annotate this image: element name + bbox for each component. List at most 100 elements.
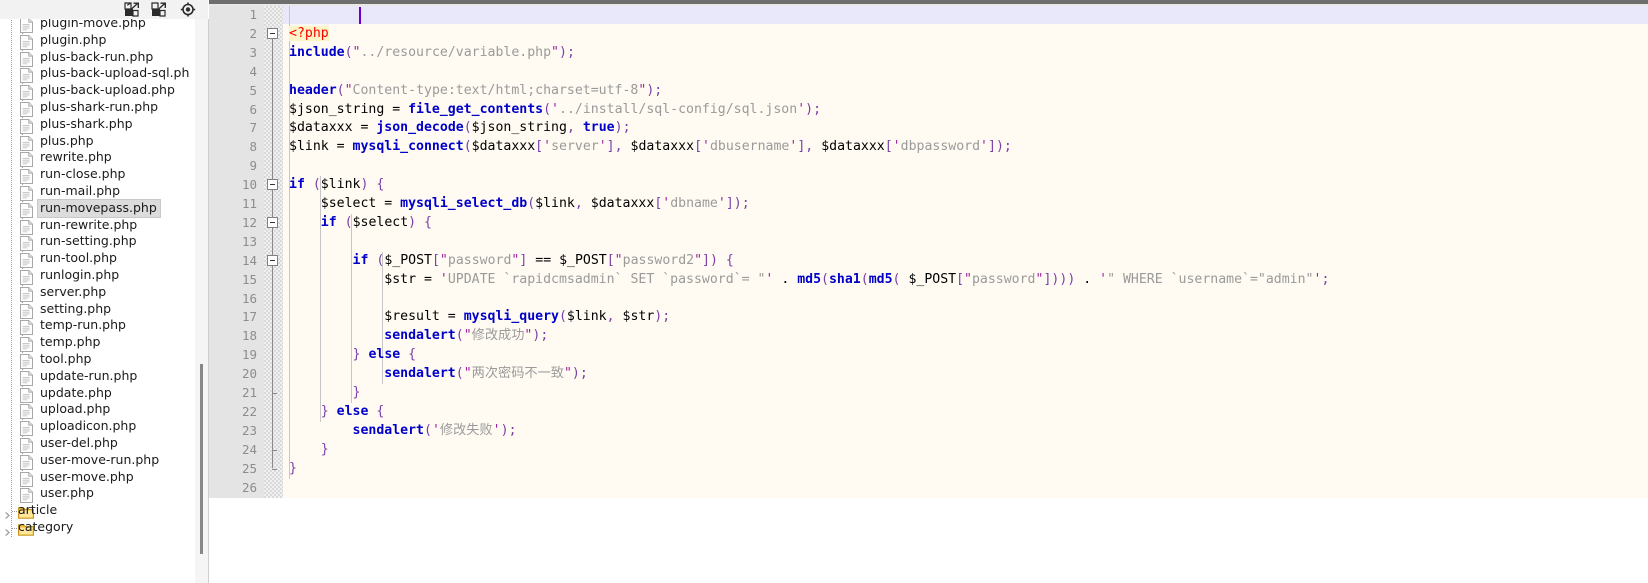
line-number: 3 (249, 44, 257, 60)
file-icon (20, 421, 33, 437)
tree-item-file[interactable]: user-move.php (0, 468, 190, 487)
file-icon (20, 219, 33, 235)
line-number: 24 (241, 441, 257, 457)
line-number: 13 (241, 233, 257, 249)
code-line: $str = 'UPDATE `rapidcmsadmin` SET `pass… (384, 271, 1330, 287)
tree-item-label: temp-run.php (40, 317, 126, 333)
line-number: 15 (241, 271, 257, 287)
tree-item-file[interactable]: temp-run.php (0, 317, 190, 336)
code-line: header("Content-type:text/html;charset=u… (289, 82, 663, 98)
file-tree-vertical-scrollbar[interactable] (195, 19, 208, 583)
code-line: } else { (320, 403, 385, 419)
tree-item-label: user-move.php (40, 468, 134, 484)
tree-item-file[interactable]: user-del.php (0, 435, 190, 453)
code-text-surface[interactable]: <?php include("../resource/variable.php")… (283, 6, 1648, 498)
editor-body[interactable]: 1 2 3 4 5 6 7 8 9 10 11 12 13 14 15 16 17 18 19 20 21 22 23 24 2… (209, 6, 1648, 498)
code-line: } (320, 441, 329, 457)
tree-item-file[interactable]: plus-shark.php (0, 116, 190, 134)
fold-toggle-2[interactable] (267, 27, 278, 39)
file-icon (20, 303, 33, 319)
file-icon (20, 269, 33, 285)
line-number: 10 (241, 177, 257, 193)
tree-item-file[interactable]: server.php (0, 284, 190, 302)
code-folding-column[interactable] (264, 6, 283, 498)
file-icon (20, 135, 33, 151)
tree-item-file[interactable]: upload.php (0, 401, 190, 420)
line-number: 20 (241, 366, 257, 382)
expand-all-icon[interactable] (124, 2, 140, 17)
tree-item-file[interactable]: run-setting.php (0, 233, 190, 252)
file-icon (20, 101, 33, 117)
code-line: } (352, 385, 361, 400)
file-tree-scrollbar-thumb[interactable] (200, 364, 203, 554)
fold-toggle-14[interactable] (267, 254, 278, 266)
tree-item-file[interactable]: run-tool.php (0, 250, 190, 269)
fold-toggle-10[interactable] (267, 179, 278, 191)
tree-item-file[interactable]: plugin.php (0, 31, 190, 50)
line-number: 19 (241, 347, 257, 363)
tree-item-label: plugin.php (40, 31, 107, 47)
file-icon (20, 85, 33, 101)
line-number: 16 (241, 290, 257, 306)
text-caret (359, 7, 361, 24)
tree-item-file[interactable]: plugin-move.php (0, 19, 190, 33)
tree-item-folder[interactable]: category (0, 519, 190, 537)
file-tree-scroll-area[interactable]: plugin-move.php plugin.php plus-back-run.p… (0, 19, 209, 583)
tree-item-label: plus-back-run.php (40, 48, 154, 64)
tree-item-file[interactable]: setting.php (0, 300, 190, 319)
line-number: 21 (241, 385, 257, 400)
tree-item-file[interactable]: uploadicon.php (0, 418, 190, 437)
tree-item-file[interactable]: user-move-run.php (0, 452, 190, 470)
line-number: 17 (241, 309, 257, 325)
tree-item-file[interactable]: run-movepass.php (0, 198, 190, 218)
tree-item-file[interactable]: update-run.php (0, 368, 190, 386)
code-line: if ($select) { (320, 214, 432, 230)
tree-item-folder[interactable]: article (0, 502, 190, 520)
tree-item-file[interactable]: run-mail.php (0, 183, 190, 201)
tree-item-label: plus.php (40, 132, 94, 148)
line-number: 22 (241, 403, 257, 419)
file-icon (20, 471, 33, 487)
tree-item-label: user.php (40, 485, 94, 501)
file-icon (20, 236, 33, 252)
tree-item-label: run-setting.php (40, 233, 137, 249)
file-explorer-panel: plugin-move.php plugin.php plus-back-run.p… (0, 0, 209, 583)
tree-item-file[interactable]: temp.php (0, 334, 190, 353)
tree-item-file[interactable]: plus-back-run.php (0, 48, 190, 67)
tree-item-label: upload.php (40, 401, 111, 417)
tree-item-file[interactable]: run-rewrite.php (0, 217, 190, 235)
tree-item-label: plus-back-upload-sql.ph (40, 65, 190, 81)
fold-region-end (272, 449, 277, 451)
collapse-all-icon[interactable] (151, 2, 167, 17)
tree-item-label: setting.php (40, 300, 112, 316)
tree-item-file[interactable]: tool.php (0, 351, 190, 369)
tree-item-file[interactable]: plus.php (0, 132, 190, 151)
file-icon (20, 253, 33, 269)
file-icon (20, 353, 33, 369)
chevron-right-icon[interactable] (3, 525, 12, 536)
tree-item-file[interactable]: update.php (0, 385, 190, 403)
tree-item-file[interactable]: plus-back-upload-sql.ph (0, 65, 190, 84)
chevron-right-icon[interactable] (3, 508, 12, 520)
tree-item-label: uploadicon.php (40, 418, 137, 434)
locate-current-file-icon[interactable] (180, 2, 196, 17)
fold-region-line (272, 36, 273, 468)
tree-item-label: article (18, 502, 58, 518)
tree-item-file[interactable]: run-close.php (0, 166, 190, 185)
file-icon (20, 19, 33, 33)
fold-toggle-12[interactable] (267, 216, 278, 228)
file-icon (20, 320, 33, 336)
tree-item-file[interactable]: rewrite.php (0, 149, 190, 168)
file-icon (20, 185, 33, 201)
file-icon (20, 51, 33, 67)
file-icon (20, 437, 33, 453)
line-number: 8 (249, 139, 257, 155)
code-line: if ($link) { (289, 177, 385, 193)
tree-item-file[interactable]: plus-shark-run.php (0, 99, 190, 117)
tree-item-file[interactable]: plus-back-upload.php (0, 82, 190, 101)
tree-item-file[interactable]: runlogin.php (0, 267, 190, 285)
code-editor: 1 2 3 4 5 6 7 8 9 10 11 12 13 14 15 16 17 18 19 20 21 22 23 24 2… (209, 0, 1648, 583)
file-icon (20, 404, 33, 420)
tree-item-file[interactable]: user.php (0, 485, 190, 504)
line-number-gutter: 1 2 3 4 5 6 7 8 9 10 11 12 13 14 15 16 17 18 19 20 21 22 23 24 2… (209, 6, 264, 498)
